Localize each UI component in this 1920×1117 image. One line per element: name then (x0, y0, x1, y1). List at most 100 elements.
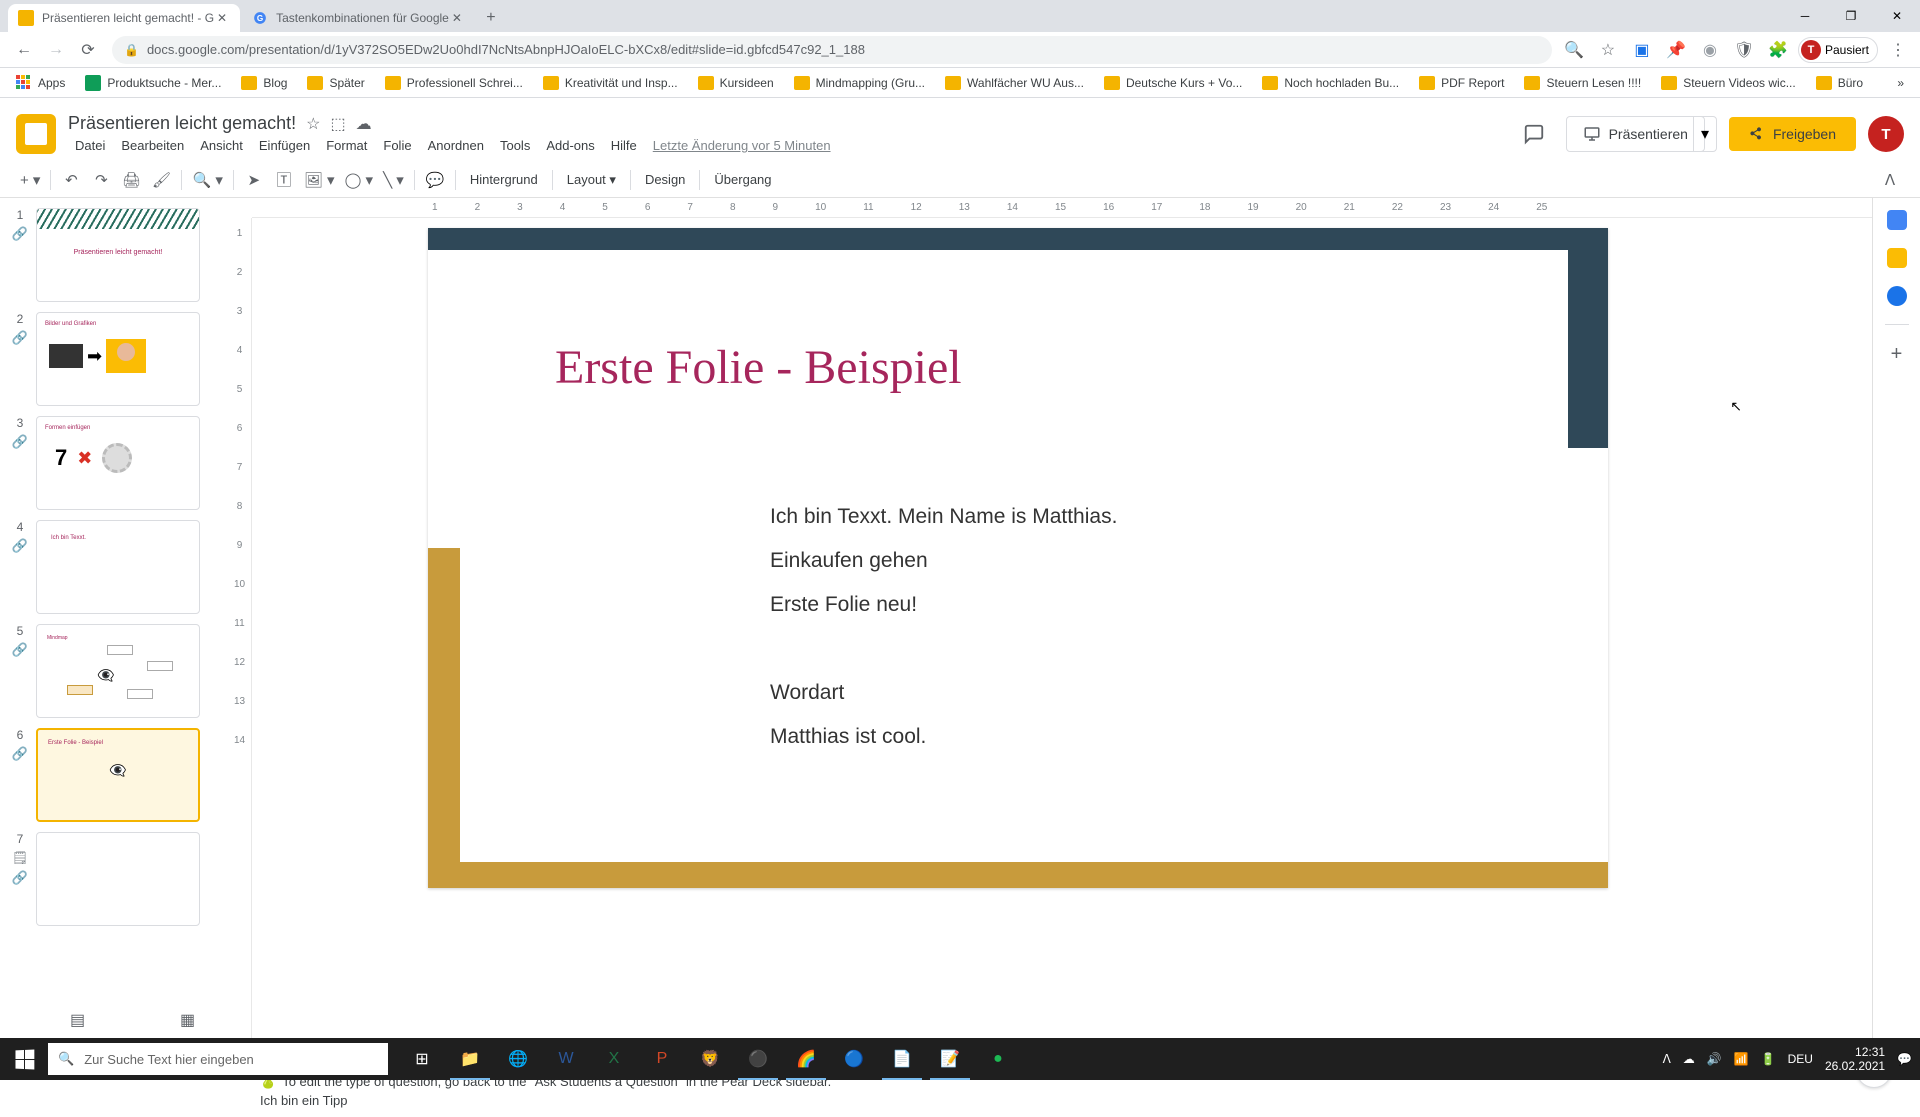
slide-thumb-7[interactable] (36, 832, 200, 926)
menu-datei[interactable]: Datei (68, 136, 112, 155)
bookmark-folder[interactable]: Wahlfächer WU Aus... (937, 72, 1092, 94)
bookmark-folder[interactable]: Steuern Videos wic... (1653, 72, 1804, 94)
minimize-button[interactable]: ─ (1782, 0, 1828, 32)
undo-button[interactable]: ↶ (57, 166, 85, 194)
zoom-icon[interactable]: 🔍 (1560, 36, 1588, 64)
back-button[interactable]: ← (8, 34, 40, 66)
task-view-button[interactable]: ⊞ (398, 1038, 446, 1080)
ext-icon[interactable]: 📌 (1662, 36, 1690, 64)
move-icon[interactable]: ⬚ (330, 114, 345, 134)
slide-thumb-5[interactable]: Mindmap👁‍🗨 (36, 624, 200, 718)
start-button[interactable] (0, 1038, 48, 1080)
ext-icon[interactable]: 🛡 (1730, 36, 1758, 64)
taskbar-search[interactable]: 🔍Zur Suche Text hier eingeben (48, 1043, 388, 1075)
language-indicator[interactable]: DEU (1788, 1052, 1813, 1066)
browser-tab-active[interactable]: Präsentieren leicht gemacht! - G ✕ (8, 4, 240, 32)
excel-taskbar-icon[interactable]: X (590, 1038, 638, 1080)
filmstrip[interactable]: 1🔗Präsentieren leicht gemacht! 2🔗Bilder … (0, 198, 228, 1038)
slide-thumb-4[interactable]: Ich bin Texxt. (36, 520, 200, 614)
tab-close-icon[interactable]: ✕ (449, 10, 465, 26)
bookmark-folder[interactable]: PDF Report (1411, 72, 1512, 94)
slides-logo-icon[interactable] (16, 114, 56, 154)
add-addon-button[interactable]: + (1891, 343, 1903, 366)
last-edit-text[interactable]: Letzte Änderung vor 5 Minuten (646, 136, 838, 155)
line-tool[interactable]: ╲ ▾ (379, 166, 408, 194)
comments-button[interactable] (1514, 114, 1554, 154)
collapse-toolbar-button[interactable]: ᐱ (1876, 166, 1904, 194)
select-tool[interactable]: ➤ (240, 166, 268, 194)
bookmark-star-icon[interactable]: ☆ (1594, 36, 1622, 64)
menu-addons[interactable]: Add-ons (539, 136, 601, 155)
reload-button[interactable]: ⟳ (72, 34, 104, 66)
slide-body-text[interactable]: Ich bin Texxt. Mein Name is Matthias.Ein… (770, 495, 1117, 760)
word-taskbar-icon[interactable]: W (542, 1038, 590, 1080)
slide-thumb-3[interactable]: Formen einfügen7✖ (36, 416, 200, 510)
app-taskbar-icon[interactable]: 📄 (878, 1038, 926, 1080)
clock[interactable]: 12:3126.02.2021 (1825, 1045, 1885, 1074)
slide-thumb-6[interactable]: Erste Folie - Beispiel👁‍🗨 (36, 728, 200, 822)
spotify-taskbar-icon[interactable]: ● (974, 1038, 1022, 1080)
wifi-icon[interactable]: 📶 (1734, 1052, 1749, 1066)
bookmark-folder[interactable]: Büro (1808, 72, 1871, 94)
edge-taskbar-icon[interactable]: 🔵 (830, 1038, 878, 1080)
bookmark-overflow[interactable]: » (1889, 72, 1912, 94)
forward-button[interactable]: → (40, 34, 72, 66)
menu-icon[interactable]: ⋮ (1884, 36, 1912, 64)
tasks-icon[interactable] (1887, 286, 1907, 306)
browser-tab[interactable]: G Tastenkombinationen für Google ✕ (242, 4, 475, 32)
menu-format[interactable]: Format (319, 136, 374, 155)
new-slide-button[interactable]: + ▾ (16, 166, 44, 194)
menu-hilfe[interactable]: Hilfe (604, 136, 644, 155)
menu-einfuegen[interactable]: Einfügen (252, 136, 317, 155)
bookmark-folder[interactable]: Später (299, 72, 372, 94)
document-title[interactable]: Präsentieren leicht gemacht! (68, 113, 296, 134)
tab-close-icon[interactable]: ✕ (214, 10, 230, 26)
user-avatar[interactable]: T (1868, 116, 1904, 152)
app-taskbar-icon[interactable]: 🦁 (686, 1038, 734, 1080)
redo-button[interactable]: ↷ (87, 166, 115, 194)
slide-canvas[interactable]: Erste Folie - Beispiel Ich bin Texxt. Me… (428, 228, 1608, 888)
image-tool[interactable]: 🖼 ▾ (300, 166, 339, 194)
zoom-button[interactable]: 🔍 ▾ (188, 166, 226, 194)
star-icon[interactable]: ☆ (306, 114, 320, 134)
extensions-icon[interactable]: 🧩 (1764, 36, 1792, 64)
canvas-area[interactable]: 1234567891011121314151617181920212223242… (228, 198, 1872, 1038)
layout-button[interactable]: Layout ▾ (559, 172, 624, 188)
profile-button[interactable]: T Pausiert (1798, 37, 1878, 63)
ext-icon[interactable]: ▣ (1628, 36, 1656, 64)
explorer-taskbar-icon[interactable]: 📁 (446, 1038, 494, 1080)
bookmark-folder[interactable]: Kursideen (690, 72, 782, 94)
menu-anordnen[interactable]: Anordnen (421, 136, 491, 155)
chrome-taskbar-icon[interactable]: 🌈 (782, 1038, 830, 1080)
shape-tool[interactable]: ◯ ▾ (341, 166, 377, 194)
bookmark-folder[interactable]: Steuern Lesen !!!! (1516, 72, 1649, 94)
print-button[interactable]: 🖨 (117, 166, 145, 194)
new-tab-button[interactable]: + (477, 4, 505, 32)
menu-bearbeiten[interactable]: Bearbeiten (114, 136, 191, 155)
app-taskbar-icon[interactable]: 📝 (926, 1038, 974, 1080)
notifications-icon[interactable]: 💬 (1897, 1052, 1912, 1066)
grid-view-button[interactable]: ▦ (180, 1010, 200, 1026)
volume-icon[interactable]: 🔊 (1707, 1052, 1722, 1066)
slide-title-text[interactable]: Erste Folie - Beispiel (555, 340, 962, 395)
bookmark-folder[interactable]: Deutsche Kurs + Vo... (1096, 72, 1250, 94)
tray-chevron-icon[interactable]: ᐱ (1663, 1052, 1671, 1066)
battery-icon[interactable]: 🔋 (1761, 1052, 1776, 1066)
maximize-button[interactable]: ❐ (1828, 0, 1874, 32)
textbox-tool[interactable]: 🅃 (270, 166, 298, 194)
bookmark-item[interactable]: Produktsuche - Mer... (77, 71, 229, 95)
transition-button[interactable]: Übergang (706, 172, 779, 187)
cloud-saved-icon[interactable]: ☁ (356, 114, 372, 134)
background-button[interactable]: Hintergrund (462, 172, 546, 187)
close-window-button[interactable]: ✕ (1874, 0, 1920, 32)
powerpoint-taskbar-icon[interactable]: P (638, 1038, 686, 1080)
bookmark-folder[interactable]: Kreativität und Insp... (535, 72, 686, 94)
obs-taskbar-icon[interactable]: ⚫ (734, 1038, 782, 1080)
ext-icon[interactable]: ◉ (1696, 36, 1724, 64)
bookmark-folder[interactable]: Blog (233, 72, 295, 94)
filmstrip-view-button[interactable]: ▤ (70, 1010, 90, 1026)
menu-ansicht[interactable]: Ansicht (193, 136, 250, 155)
bookmark-folder[interactable]: Mindmapping (Gru... (786, 72, 933, 94)
url-input[interactable]: 🔒 docs.google.com/presentation/d/1yV372S… (112, 36, 1552, 64)
paint-format-button[interactable]: 🖌 (147, 166, 175, 194)
